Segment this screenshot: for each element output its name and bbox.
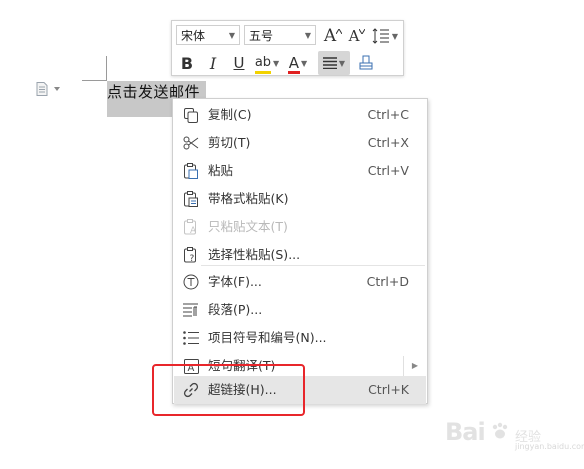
chevron-down-icon [54,87,60,91]
context-menu: 复制(C) Ctrl+C 剪切(T) Ctrl+X 粘贴 Ctrl+V 带格式粘… [172,98,428,404]
align-button[interactable]: ▼ [318,51,350,75]
font-color-button[interactable]: A ▼ [284,52,312,74]
grow-font-label: A [323,26,337,46]
font-color-label: A [288,54,300,72]
menu-item-shortcut: Ctrl+K [368,382,409,397]
line-spacing-button[interactable]: ▼ [370,25,400,47]
menu-item-paste[interactable]: 粘贴 Ctrl+V [174,157,426,185]
menu-item-shortcut: Ctrl+D [366,274,409,289]
page-corner-mark [106,56,107,81]
highlight-label: ab [254,54,272,70]
mini-toolbar: 宋体 ▼ 五号 ▼ A A ▼ B I U ab ▼ A ▼ ▼ [171,20,404,76]
menu-item-label: 段落(P)... [208,302,263,317]
menu-item-label: 复制(C) [208,107,252,122]
copy-icon [182,106,200,124]
chevron-down-icon: ▼ [338,58,346,68]
paste-icon [182,162,200,180]
paw-logo-icon [492,422,508,439]
menu-item-paste-with-format[interactable]: 带格式粘贴(K) [174,185,426,213]
chevron-down-icon: ▼ [228,31,235,40]
page-corner-mark [82,80,106,81]
document-canvas[interactable]: 点击发送邮件 宋体 ▼ 五号 ▼ A A ▼ B I U ab ▼ A ▼ ▼ … [0,0,584,469]
svg-text:?: ? [190,254,195,263]
eraser-icon [359,55,373,70]
menu-item-label: 剪切(T) [208,135,251,150]
caret-down-icon [359,28,366,34]
chevron-right-icon[interactable]: ▶ [412,358,418,374]
menu-item-label: 选择性粘贴(S)... [208,247,301,262]
font-icon [182,273,200,291]
paste-format-icon [182,190,200,208]
scissors-icon [182,134,200,152]
font-color-bar [287,71,301,74]
document-icon [36,82,48,96]
watermark-url: jingyan.baidu.com [515,442,584,451]
line-spacing-icon [372,28,389,44]
align-center-icon [322,57,337,69]
grow-font-button[interactable]: A [322,25,344,47]
menu-item-paragraph[interactable]: 段落(P)... [174,296,426,324]
chevron-down-icon: ▼ [304,31,311,40]
shrink-font-label: A [348,27,360,45]
highlight-color-bar [254,70,272,74]
submenu-divider [403,356,404,376]
paste-text-icon: A [182,218,200,236]
watermark: Bai 经验 jingyan.baidu.com [445,418,584,452]
clear-format-button[interactable] [354,52,378,74]
menu-item-label: 字体(F)... [208,274,262,289]
menu-item-label: 带格式粘贴(K) [208,191,289,206]
font-name-value: 宋体 [181,29,206,43]
watermark-brand: Bai [445,418,486,446]
svg-text:A: A [190,226,197,235]
menu-item-label: 粘贴 [208,163,234,178]
menu-item-copy[interactable]: 复制(C) Ctrl+C [174,101,426,129]
menu-item-label: 项目符号和编号(N)... [208,330,327,345]
menu-item-font[interactable]: 字体(F)... Ctrl+D [174,268,426,296]
chevron-down-icon: ▼ [273,58,280,68]
font-name-combo[interactable]: 宋体 ▼ [176,25,240,45]
chevron-down-icon: ▼ [391,31,399,41]
font-size-value: 五号 [249,29,274,43]
bullets-icon [182,329,200,347]
menu-item-label: 只粘贴文本(T) [208,219,288,234]
font-size-combo[interactable]: 五号 ▼ [244,25,316,45]
bold-button[interactable]: B [176,52,198,74]
paragraph-icon [182,301,200,319]
italic-button[interactable]: I [202,52,224,74]
menu-item-cut[interactable]: 剪切(T) Ctrl+X [174,129,426,157]
menu-item-shortcut: Ctrl+V [367,163,409,178]
menu-separator [201,265,425,266]
chevron-down-icon: ▼ [301,58,308,68]
menu-item-paste-text-only: A 只粘贴文本(T) [174,213,426,241]
caret-up-icon [336,28,343,34]
highlight-annotation-box [152,364,305,416]
highlight-button[interactable]: ab ▼ [252,52,282,74]
paste-special-icon: ? [182,246,200,264]
menu-item-shortcut: Ctrl+X [367,135,409,150]
underline-button[interactable]: U [228,52,250,74]
menu-item-shortcut: Ctrl+C [367,107,409,122]
shrink-font-button[interactable]: A [346,25,368,47]
paragraph-layout-button[interactable] [36,82,60,96]
menu-item-bullets-numbering[interactable]: 项目符号和编号(N)... [174,324,426,352]
